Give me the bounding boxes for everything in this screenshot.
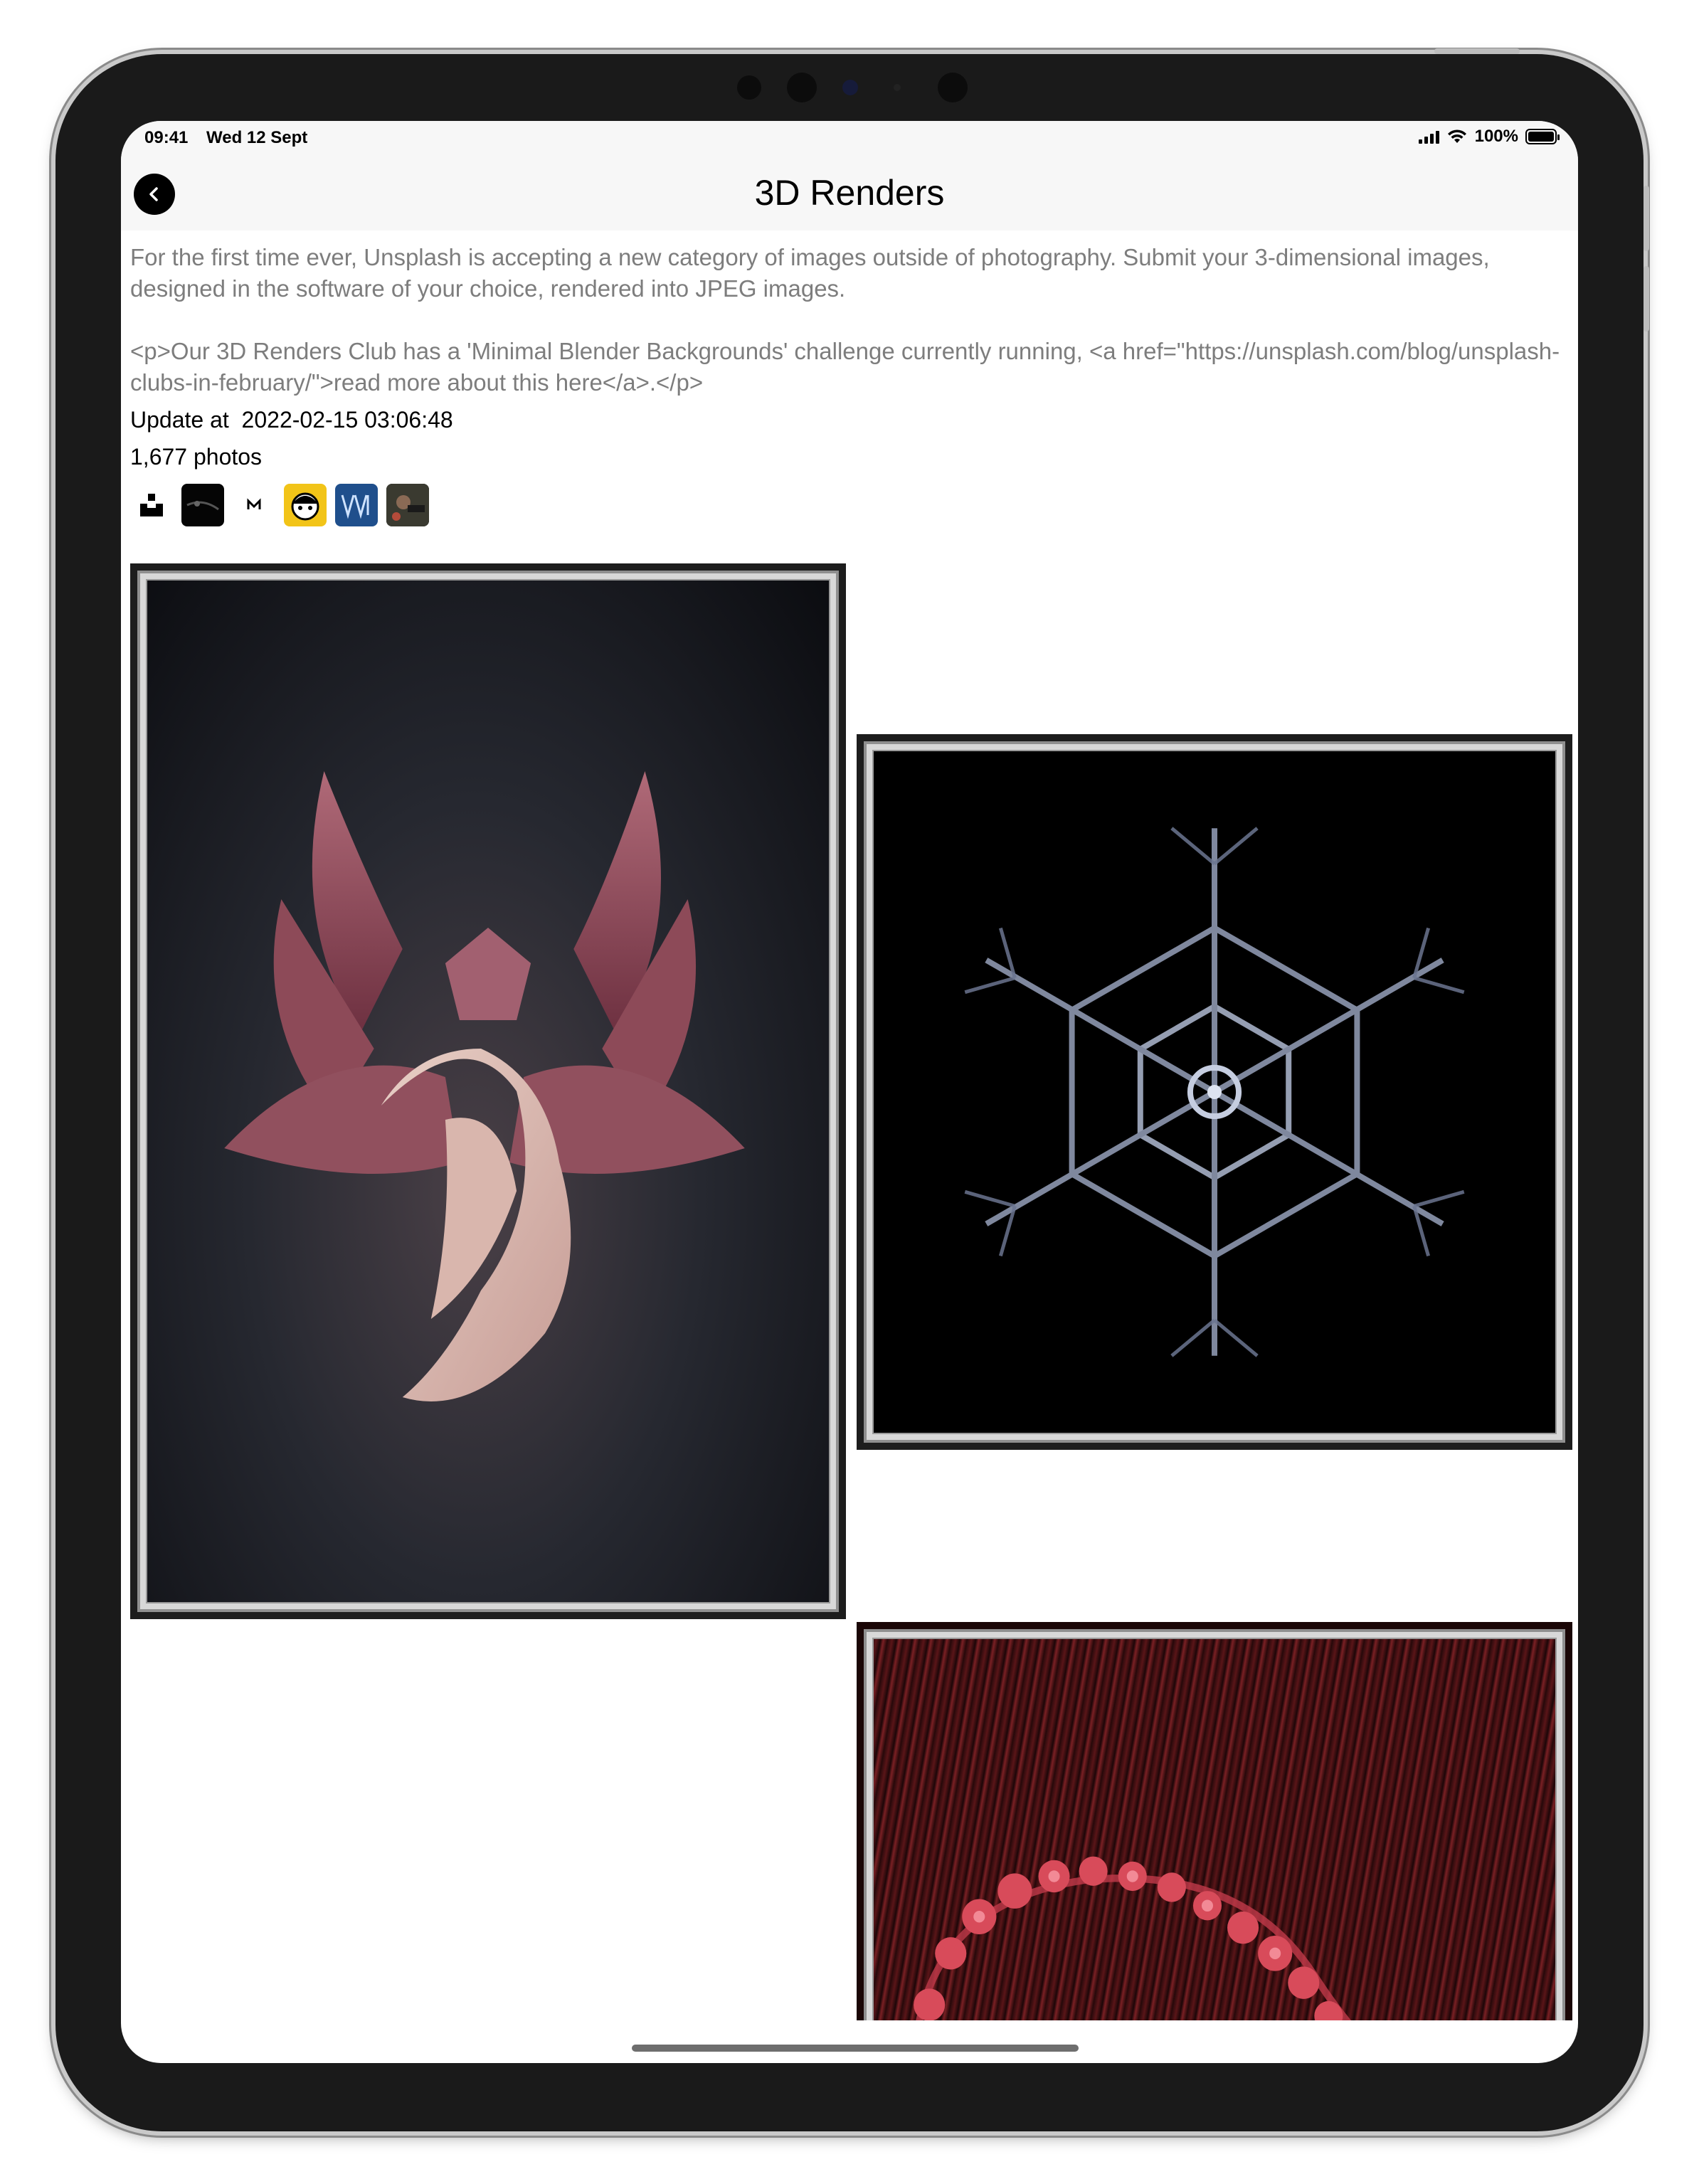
snowflake-render-shape [964, 827, 1465, 1357]
page-title: 3D Renders [754, 173, 945, 213]
photo-count: 1,677 photos [130, 444, 263, 470]
unsplash-logo-avatar[interactable] [130, 484, 173, 526]
photo-image [146, 579, 830, 1603]
logo-avatar[interactable] [233, 484, 275, 526]
photo-card[interactable] [857, 734, 1572, 1450]
volume-up-button [1644, 186, 1649, 251]
photo-image [872, 1638, 1557, 2020]
collection-description-html: <p>Our 3D Renders Club has a 'Minimal Bl… [130, 338, 1560, 396]
cellular-signal-icon [1418, 129, 1439, 144]
front-camera [787, 73, 817, 102]
photo-image [872, 750, 1557, 1434]
wifi-icon [1447, 129, 1466, 143]
top-button [1434, 48, 1520, 54]
home-indicator[interactable] [632, 2045, 1079, 2052]
status-indicators: 100% [1418, 127, 1560, 147]
collection-info: For the first time ever, Unsplash is acc… [130, 242, 1573, 526]
battery-icon [1525, 129, 1560, 144]
updated-row: Update at 2022-02-15 03:06:48 [130, 404, 1573, 435]
collection-description: For the first time ever, Unsplash is acc… [130, 244, 1490, 302]
navigation-bar: 3D Renders [121, 161, 1578, 230]
status-date: Wed 12 Sept [206, 128, 308, 147]
cartoon-avatar[interactable] [284, 484, 327, 526]
photo-avatar[interactable] [386, 484, 429, 526]
updated-label: Update at [130, 407, 229, 433]
fractal-spiral-shape [914, 1856, 1351, 2020]
updated-timestamp: 2022-02-15 03:06:48 [241, 407, 453, 433]
photo-card[interactable] [130, 563, 846, 1619]
app-screen: 09:41 Wed 12 Sept 100% 3D Renders For th… [121, 121, 1578, 2063]
status-time: 09:41 [144, 128, 189, 147]
photo-card[interactable] [857, 1622, 1572, 2020]
volume-down-button [1644, 266, 1649, 332]
blue-logo-avatar[interactable] [335, 484, 378, 526]
sensor-dot [737, 75, 761, 100]
flood-illuminator [938, 73, 968, 102]
battery-percentage: 100% [1474, 127, 1518, 146]
contributor-avatars [130, 484, 1573, 526]
sensor-dot-small [894, 84, 901, 91]
status-bar: 09:41 Wed 12 Sept 100% [121, 121, 1578, 161]
abstract-render-shape [224, 771, 745, 1401]
dark-avatar[interactable] [181, 484, 224, 526]
camera-lens [842, 80, 858, 95]
